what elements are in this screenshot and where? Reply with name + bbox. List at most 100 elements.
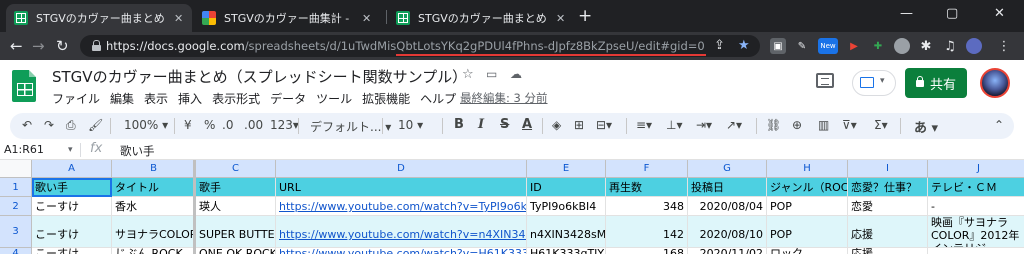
table-cell[interactable]: 応援 (848, 216, 928, 248)
name-box-caret-icon[interactable]: ▾ (68, 145, 73, 155)
table-cell[interactable]: 応援 (848, 248, 928, 254)
column-header-e[interactable]: E (527, 160, 606, 178)
header-cell[interactable]: テレビ・ＣＭ (928, 178, 1024, 197)
decrease-decimal-button[interactable]: .0 (222, 118, 233, 132)
table-cell[interactable]: - (928, 197, 1024, 216)
header-cell[interactable]: ジャンル（ROC (767, 178, 848, 197)
table-cell[interactable]: POP (767, 197, 848, 216)
header-cell[interactable]: 投稿日 (688, 178, 767, 197)
new-badge-icon[interactable]: New (818, 38, 838, 54)
borders-icon[interactable]: ⊞ (574, 118, 584, 132)
bold-button[interactable]: B (454, 117, 464, 132)
menu-view[interactable]: 表示 (144, 90, 168, 107)
filter-icon[interactable]: ⊽▾ (842, 118, 857, 132)
header-cell[interactable]: ID (527, 178, 606, 197)
header-cell[interactable]: タイトル (112, 178, 196, 197)
table-cell[interactable]: 映画『サヨナラCOLOR』2012年インテリジ (928, 216, 1024, 248)
row-header[interactable]: 1 (0, 178, 32, 197)
address-bar[interactable]: https://docs.google.com/spreadsheets/d/1… (80, 35, 760, 57)
vertical-align-icon[interactable]: ⊥▾ (666, 118, 682, 132)
font-size-select[interactable]: 10 ▾ (398, 118, 423, 132)
star-icon[interactable]: ☆ (462, 67, 474, 82)
table-cell[interactable]: POP (767, 216, 848, 248)
close-tab-icon[interactable]: ✕ (174, 12, 183, 25)
table-cell[interactable]: 348 (606, 197, 688, 216)
move-folder-icon[interactable]: ▭ (486, 67, 497, 81)
reload-icon[interactable]: ↻ (56, 37, 69, 55)
column-header-b[interactable]: B (112, 160, 196, 178)
cloud-saved-icon[interactable]: ☁ (510, 67, 522, 81)
new-tab-button[interactable]: + (578, 6, 592, 26)
close-tab-icon[interactable]: ✕ (362, 12, 371, 25)
table-cell[interactable]: じぶん ROCK (112, 248, 196, 254)
text-wrap-icon[interactable]: ⇥▾ (696, 118, 712, 132)
row-header[interactable]: 2 (0, 197, 32, 216)
table-cell[interactable]: こーすけ (32, 216, 112, 248)
redo-icon[interactable]: ↷ (44, 118, 54, 132)
comment-history-icon[interactable] (816, 73, 834, 88)
horizontal-align-icon[interactable]: ≡▾ (636, 118, 652, 132)
minimize-icon[interactable]: — (900, 6, 913, 21)
paint-format-icon[interactable]: 🖌 (88, 118, 103, 132)
currency-format-button[interactable]: ¥ (184, 118, 192, 132)
table-cell[interactable]: サヨナラCOLOR (112, 216, 196, 248)
column-header-c[interactable]: C (196, 160, 276, 178)
bookmark-star-icon[interactable]: ★ (738, 38, 750, 53)
table-cell[interactable]: n4XIN3428sM (527, 216, 606, 248)
table-cell[interactable]: 香水 (112, 197, 196, 216)
strikethrough-button[interactable]: S (500, 117, 509, 132)
table-cell[interactable]: 2020/11/02 (688, 248, 767, 254)
menu-edit[interactable]: 編集 (110, 90, 134, 107)
menu-help[interactable]: ヘルプ (420, 90, 456, 107)
table-cell[interactable]: https://www.youtube.com/watch?v=TyPI9o6k… (276, 197, 527, 216)
browser-tab-1[interactable]: STGVのカヴァー曲まとめ（スプレッドシ ✕ (6, 4, 192, 32)
percent-format-button[interactable]: % (204, 118, 215, 132)
collapse-toolbar-icon[interactable]: ⌃ (994, 118, 1004, 132)
text-color-button[interactable]: A (522, 117, 532, 132)
pen-icon[interactable]: ✎ (794, 38, 810, 54)
zoom-select[interactable]: 100% ▾ (124, 118, 168, 132)
text-rotation-icon[interactable]: ↗▾ (726, 118, 742, 132)
menu-insert[interactable]: 挿入 (178, 90, 202, 107)
select-all-corner[interactable] (0, 160, 32, 178)
sheets-logo-icon[interactable] (12, 70, 36, 102)
menu-extensions[interactable]: 拡張機能 (362, 90, 410, 107)
table-cell[interactable]: 2020/08/04 (688, 197, 767, 216)
url-text[interactable]: https://docs.google.com/spreadsheets/d/1… (106, 39, 705, 53)
freeze-column-divider[interactable] (193, 160, 196, 254)
header-cell[interactable]: 歌手 (196, 178, 276, 197)
row-header[interactable]: 4 (0, 248, 32, 254)
table-cell[interactable]: TyPI9o6kBI4 (527, 197, 606, 216)
flag-icon[interactable]: ▶ (846, 38, 862, 54)
input-tools-button[interactable]: あ ▾ (914, 117, 938, 136)
merge-cells-icon[interactable]: ⊟▾ (596, 118, 612, 132)
menu-file[interactable]: ファイル (52, 90, 100, 107)
column-header-h[interactable]: H (767, 160, 848, 178)
browser-menu-icon[interactable]: ⋮ (996, 38, 1012, 54)
video-icon[interactable]: ▣ (770, 38, 786, 54)
formula-input[interactable]: 歌い手 (120, 143, 155, 159)
header-cell[interactable]: 歌い手 (32, 178, 112, 197)
avatar-small-icon[interactable] (894, 38, 910, 54)
table-cell[interactable] (928, 248, 1024, 254)
close-tab-icon[interactable]: ✕ (556, 12, 565, 25)
increase-decimal-button[interactable]: .00 (244, 118, 263, 132)
share-button[interactable]: 共有 (905, 68, 967, 98)
name-box[interactable]: A1:R61 (4, 143, 44, 156)
account-avatar[interactable] (980, 68, 1010, 98)
menu-tools[interactable]: ツール (316, 90, 352, 107)
column-header-g[interactable]: G (688, 160, 767, 178)
puzzle-green-icon[interactable]: ✚ (870, 38, 886, 54)
last-edit-link[interactable]: 最終編集: 3 分前 (460, 90, 548, 106)
insert-chart-icon[interactable]: ▥ (818, 118, 829, 132)
back-icon[interactable]: ← (10, 37, 23, 55)
print-icon[interactable]: ⎙ (66, 118, 76, 133)
menu-data[interactable]: データ (270, 90, 306, 107)
table-cell[interactable]: 168 (606, 248, 688, 254)
spreadsheet-grid[interactable]: A B C D E F G H I J 1 歌い手 タイトル 歌手 URL ID 再生数 投稿日 ジャンル（ROC 恋… (0, 160, 1024, 254)
undo-icon[interactable]: ↶ (22, 118, 32, 132)
more-formats-select[interactable]: 123▾ (270, 118, 299, 132)
insert-comment-icon[interactable]: ⊕ (792, 118, 802, 132)
header-cell[interactable]: URL (276, 178, 527, 197)
music-icon[interactable]: ♫ (942, 38, 958, 54)
